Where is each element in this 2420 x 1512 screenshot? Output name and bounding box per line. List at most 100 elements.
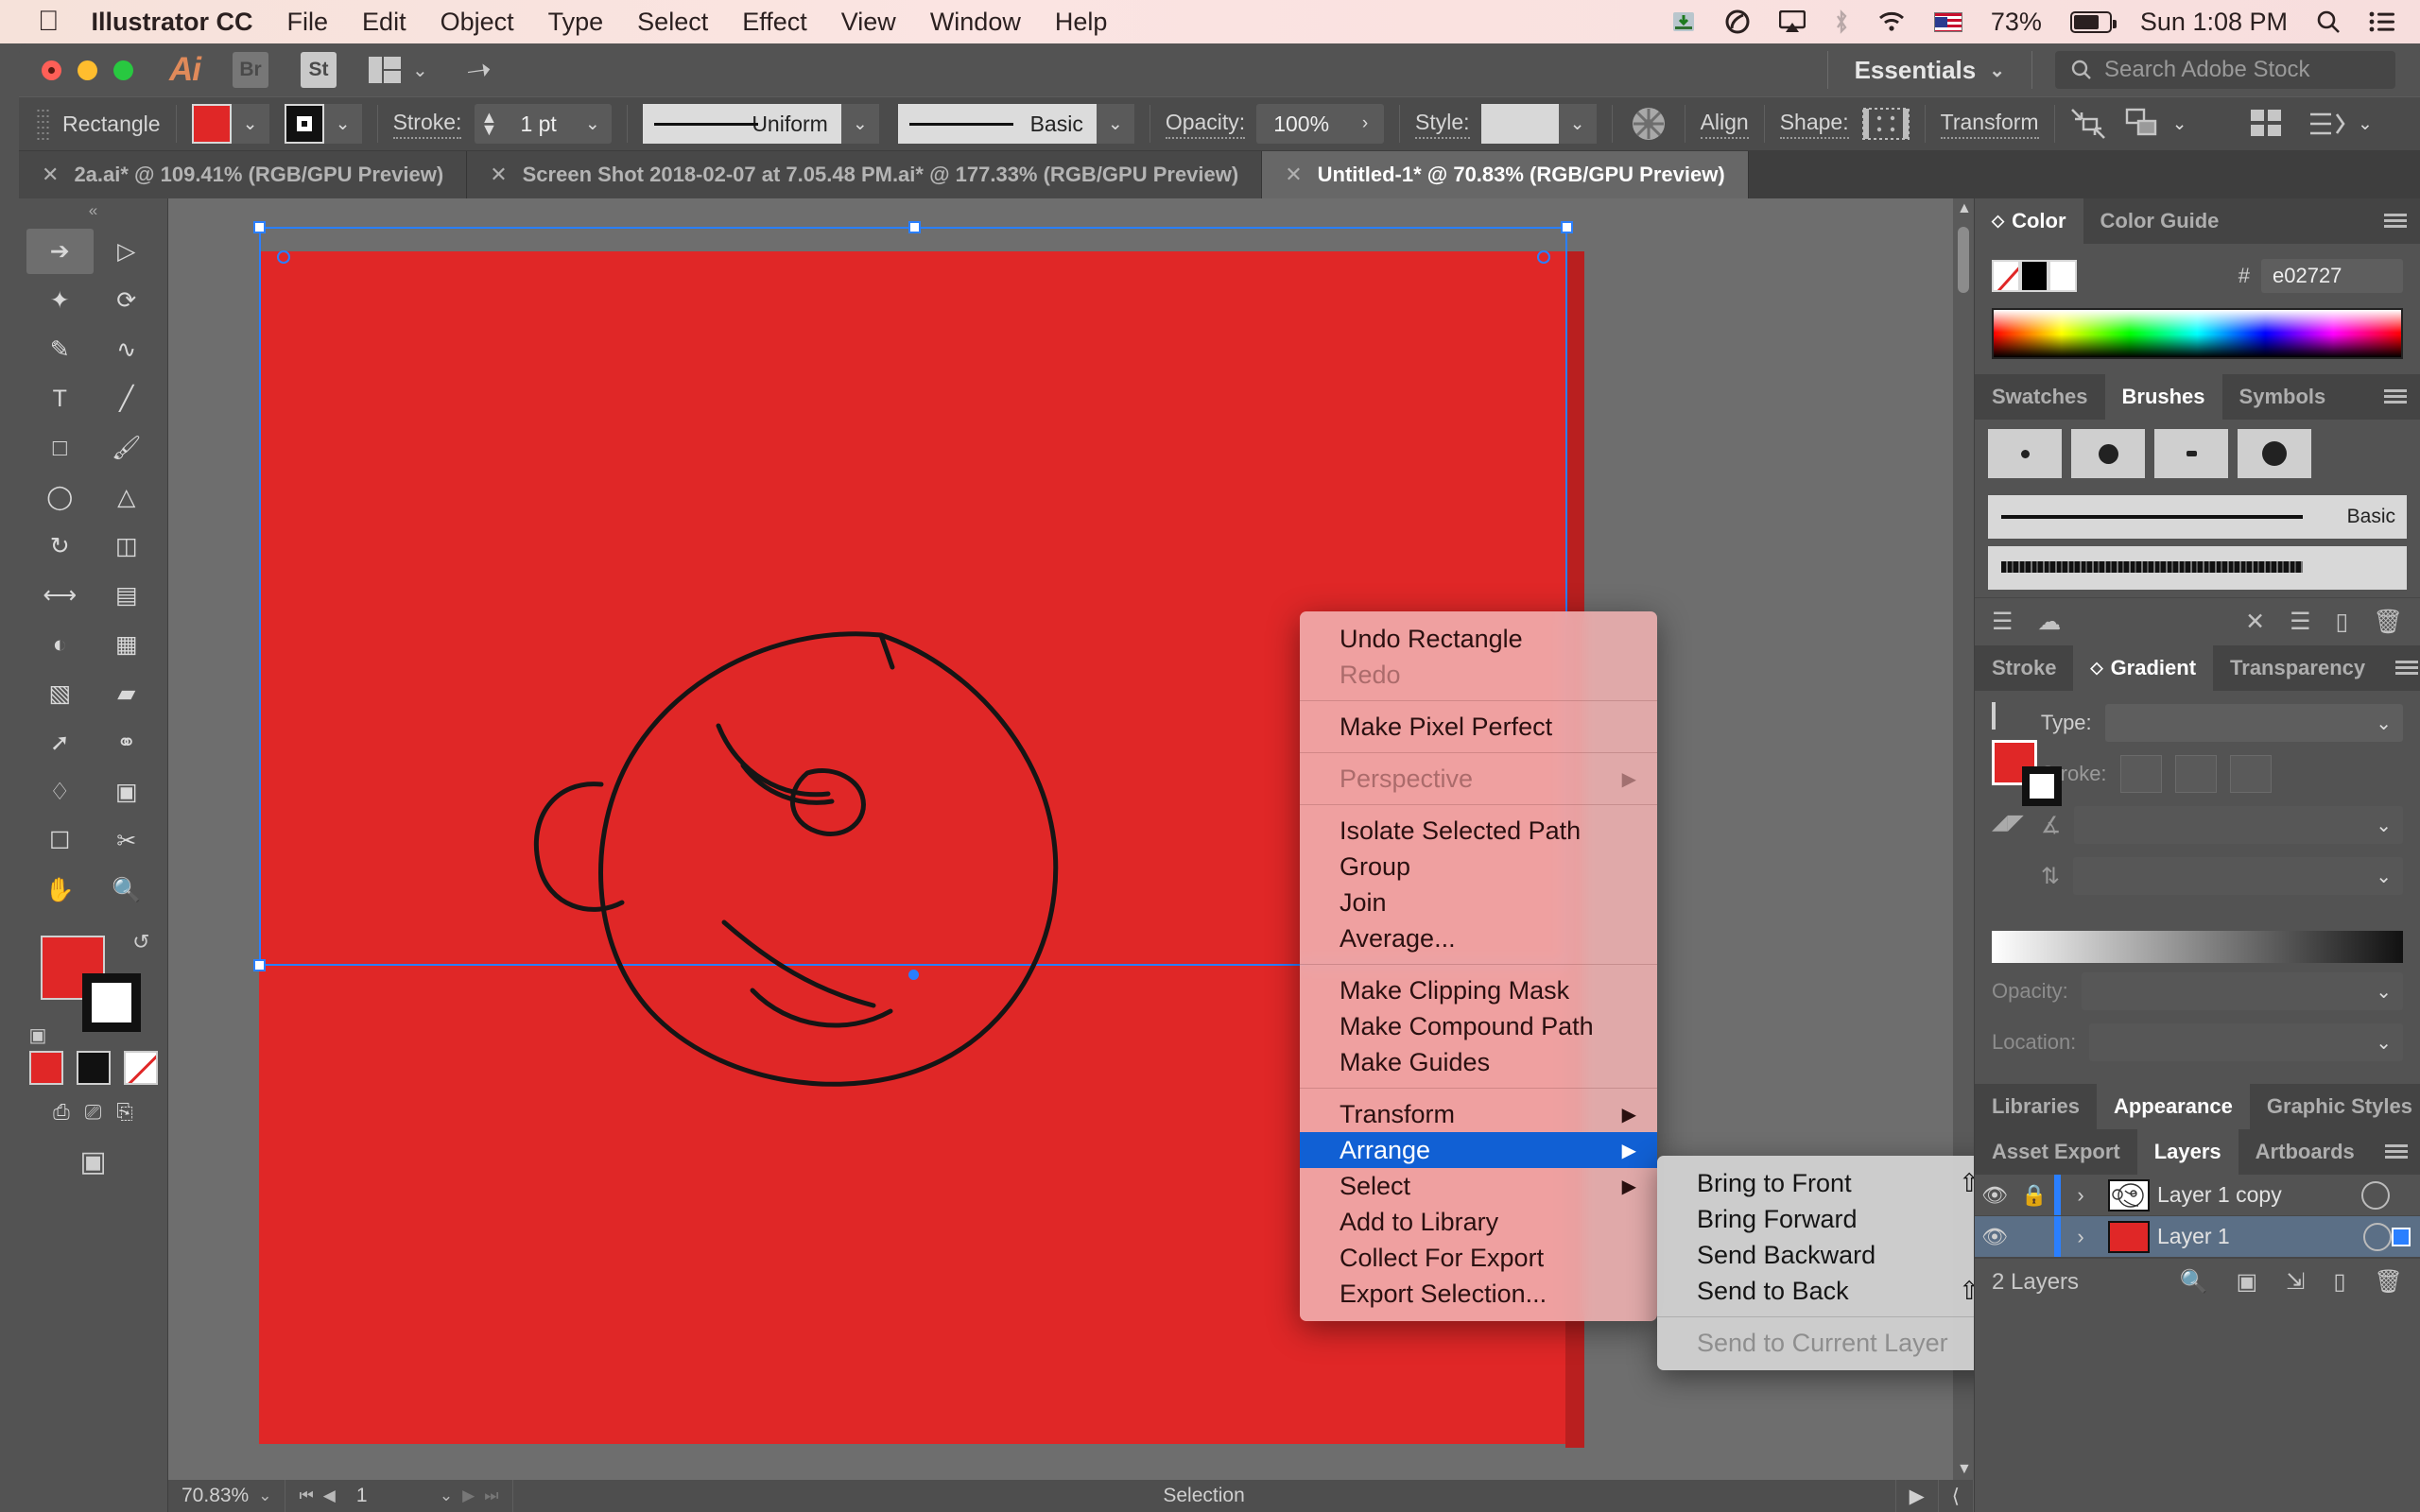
menu-bar-clock[interactable]: Sun 1:08 PM bbox=[2140, 8, 2288, 37]
brush-preset-dash[interactable] bbox=[2154, 429, 2228, 478]
selection-tool[interactable]: ➔ bbox=[26, 229, 94, 274]
stroke-weight-control[interactable]: ▲ ▼ 1 pt ⌄ bbox=[475, 104, 612, 144]
normal-screen-mode-icon[interactable]: ⎙ bbox=[53, 1100, 70, 1125]
tab-artboards[interactable]: Artboards bbox=[2238, 1129, 2372, 1175]
status-resize-handle[interactable]: ⟨ bbox=[1939, 1480, 1974, 1512]
chevron-down-icon[interactable]: ⌄ bbox=[440, 1486, 453, 1505]
status-text[interactable]: Selection bbox=[513, 1480, 1896, 1512]
zoom-level-control[interactable]: 70.83% ⌄ bbox=[168, 1480, 286, 1512]
layer-name[interactable]: Layer 1 bbox=[2157, 1224, 2363, 1249]
full-screen-mode-icon[interactable]: ⎚ bbox=[85, 1100, 102, 1125]
column-graph-tool[interactable]: ▣ bbox=[94, 769, 161, 815]
create-new-sublayer-icon[interactable]: ⇲ bbox=[2286, 1268, 2305, 1296]
menu-item-undo-rectangle[interactable]: Undo Rectangle bbox=[1300, 621, 1657, 657]
type-tool[interactable]: T bbox=[26, 376, 94, 421]
gradient-swatch-icon[interactable] bbox=[76, 1051, 111, 1085]
battery-icon[interactable] bbox=[2069, 10, 2117, 33]
transform-button[interactable]: Transform bbox=[1940, 110, 2039, 139]
tab-brushes[interactable]: Brushes bbox=[2104, 374, 2222, 420]
panel-menu-icon[interactable] bbox=[2403, 112, 2420, 137]
eyedropper-tool[interactable]: ➚ bbox=[26, 720, 94, 765]
brush-definition[interactable]: Basic bbox=[897, 104, 1097, 144]
align-button[interactable]: Align bbox=[1700, 110, 1749, 139]
new-brush-icon[interactable]: ▯ bbox=[2335, 608, 2348, 636]
variable-width-profile[interactable]: Uniform bbox=[642, 104, 841, 144]
tab-color[interactable]: ◇ Color bbox=[1975, 198, 2083, 244]
scale-tool[interactable]: ◫ bbox=[94, 524, 161, 569]
document-tab-3-active[interactable]: ✕ Untitled-1* @ 70.83% (RGB/GPU Preview) bbox=[1262, 151, 1749, 198]
control-center-icon[interactable] bbox=[2369, 11, 2395, 32]
layer-target-icon[interactable] bbox=[2361, 1180, 2390, 1210]
chevron-down-icon[interactable]: ⌄ bbox=[1558, 104, 1597, 144]
reverse-gradient-icon[interactable]: ◢◤ bbox=[1992, 810, 2024, 833]
zoom-level-value[interactable]: 70.83% bbox=[182, 1485, 249, 1507]
curvature-tool[interactable]: ∿ bbox=[94, 327, 161, 372]
graphic-style-swatch[interactable] bbox=[1480, 104, 1559, 144]
creative-cloud-icon[interactable] bbox=[1724, 9, 1751, 34]
gradient-stroke-along-icon[interactable] bbox=[2174, 755, 2217, 793]
none-swatch-icon[interactable] bbox=[123, 1051, 158, 1085]
none-color-icon[interactable] bbox=[1992, 260, 2020, 292]
chevron-right-icon[interactable]: › bbox=[1346, 113, 1385, 134]
menu-item-make-pixel-perfect[interactable]: Make Pixel Perfect bbox=[1300, 709, 1657, 745]
menu-help[interactable]: Help bbox=[1055, 8, 1108, 37]
menu-item-join[interactable]: Join bbox=[1300, 885, 1657, 920]
eraser-tool[interactable]: △ bbox=[94, 474, 161, 520]
hand-tool[interactable]: ✋ bbox=[26, 868, 94, 913]
mesh-tool[interactable]: ▧ bbox=[26, 671, 94, 716]
panel-menu-icon[interactable] bbox=[2371, 198, 2420, 244]
selection-handle-tc[interactable] bbox=[908, 221, 921, 233]
tab-asset-export[interactable]: Asset Export bbox=[1975, 1129, 2137, 1175]
gradient-stroke-within-icon[interactable] bbox=[2119, 755, 2162, 793]
first-artboard-icon[interactable]: ⏮ bbox=[299, 1486, 313, 1505]
layer-lock-icon[interactable]: 🔒 bbox=[2014, 1183, 2054, 1208]
fill-color-control[interactable]: ⌄ bbox=[191, 104, 269, 144]
brush-preset-charcoal[interactable] bbox=[1988, 546, 2407, 590]
brush-preset-basic[interactable]: Basic bbox=[1988, 495, 2407, 539]
width-tool[interactable]: ⟷ bbox=[26, 573, 94, 618]
table-row[interactable]: 👁 🔒 › Layer 1 copy bbox=[1975, 1175, 2420, 1216]
menu-item-select[interactable]: Select ▶ bbox=[1300, 1168, 1657, 1204]
hand-drawn-face-sketch[interactable] bbox=[499, 614, 1199, 1143]
gradient-stroke-swatch[interactable] bbox=[2022, 766, 2062, 806]
isolate-group-icon[interactable] bbox=[2070, 108, 2106, 140]
default-fill-stroke-icon[interactable]: ▣ bbox=[29, 1023, 47, 1047]
selection-handle-bl[interactable] bbox=[253, 959, 266, 971]
hex-input[interactable]: e02727 bbox=[2261, 259, 2403, 293]
lasso-tool[interactable]: ⟳ bbox=[94, 278, 161, 323]
presentation-mode-icon[interactable]: ⎘ bbox=[116, 1100, 133, 1125]
opacity-mask-icon[interactable] bbox=[1628, 103, 1669, 145]
magic-wand-tool[interactable]: ✦ bbox=[26, 278, 94, 323]
stroke-color-control[interactable]: ⌄ bbox=[284, 104, 362, 144]
selection-handle-tl[interactable] bbox=[253, 221, 266, 233]
stroke-color-swatch[interactable] bbox=[81, 973, 141, 1032]
airplay-icon[interactable] bbox=[1778, 10, 1806, 33]
document-setup-icon[interactable] bbox=[2250, 109, 2284, 139]
fill-swatch[interactable] bbox=[191, 104, 232, 144]
menu-edit[interactable]: Edit bbox=[362, 8, 406, 37]
selection-handle-tr[interactable] bbox=[1561, 221, 1573, 233]
gradient-stroke-across-icon[interactable] bbox=[2229, 755, 2272, 793]
menu-item-make-clipping-mask[interactable]: Make Clipping Mask bbox=[1300, 972, 1657, 1008]
opacity-value[interactable]: 100% bbox=[1256, 112, 1346, 137]
status-menu-arrow[interactable]: ▶ bbox=[1896, 1480, 1939, 1512]
menu-item-collect-for-export[interactable]: Collect For Export bbox=[1300, 1240, 1657, 1276]
gradient-location-select[interactable]: ⌄ bbox=[2089, 1023, 2403, 1061]
opacity-label[interactable]: Opacity: bbox=[1165, 110, 1246, 139]
gradient-aspect-select[interactable]: ⌄ bbox=[2072, 857, 2403, 895]
delete-brush-icon[interactable]: 🗑 bbox=[2373, 609, 2403, 636]
shape-label[interactable]: Shape: bbox=[1779, 110, 1849, 139]
color-swatch-icon[interactable] bbox=[28, 1051, 63, 1085]
color-spectrum-ramp[interactable] bbox=[1992, 308, 2403, 359]
panel-menu-icon[interactable] bbox=[2382, 645, 2420, 691]
direct-selection-tool[interactable]: ▷ bbox=[94, 229, 161, 274]
next-artboard-icon[interactable]: ▶ bbox=[462, 1486, 475, 1505]
stroke-weight-value[interactable]: 1 pt bbox=[503, 112, 573, 137]
gradient-tool[interactable]: ▰ bbox=[94, 671, 161, 716]
menu-item-group[interactable]: Group bbox=[1300, 849, 1657, 885]
chevron-down-icon[interactable]: ⌄ bbox=[231, 104, 269, 144]
spotlight-search-icon[interactable] bbox=[2316, 9, 2341, 34]
tab-layers[interactable]: Layers bbox=[2136, 1129, 2238, 1175]
control-bar-grip[interactable] bbox=[36, 108, 49, 140]
rocket-icon[interactable]: ➝ bbox=[463, 50, 493, 89]
